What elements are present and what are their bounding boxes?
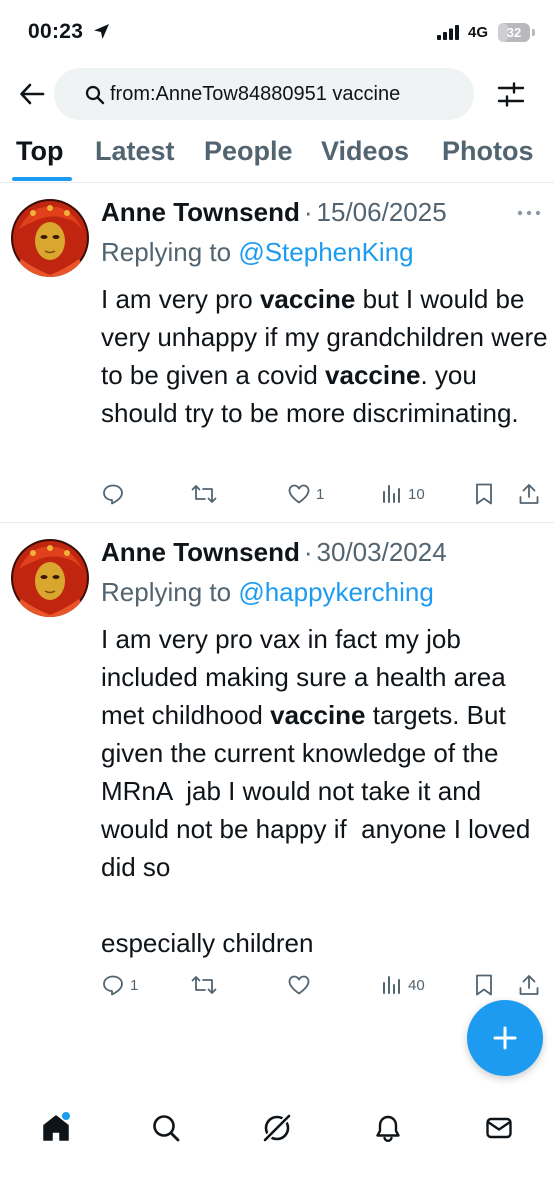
more-options-icon[interactable] xyxy=(516,208,542,218)
tweet-text-segment: I am very pro xyxy=(101,284,260,314)
explore-icon xyxy=(153,1115,180,1142)
retweet-icon xyxy=(191,485,217,503)
battery-icon: 32 xyxy=(498,23,530,42)
bottom-nav xyxy=(0,1088,554,1199)
retweet-icon xyxy=(191,976,217,994)
reply-count: 1 xyxy=(130,976,139,994)
tweet-date[interactable]: 30/03/2024 xyxy=(317,537,447,568)
tab-videos[interactable]: Videos xyxy=(321,136,409,167)
avatar[interactable] xyxy=(11,199,89,277)
retweet-button[interactable] xyxy=(190,970,223,1000)
reply-button[interactable]: 1 xyxy=(101,970,138,1000)
status-bar: 00:23 4G 32 xyxy=(0,0,554,64)
tweet-text-highlight: vaccine xyxy=(259,284,356,314)
grok-icon xyxy=(263,1114,291,1142)
nav-messages[interactable] xyxy=(475,1104,523,1152)
replying-to: Replying to @StephenKing xyxy=(101,237,414,268)
reply-button[interactable] xyxy=(101,479,130,509)
views-count: 40 xyxy=(408,976,425,994)
reply-handle[interactable]: @StephenKing xyxy=(238,237,413,267)
avatar[interactable] xyxy=(11,539,89,617)
replying-to: Replying to @happykerching xyxy=(101,577,434,608)
author-name[interactable]: Anne Townsend xyxy=(101,197,300,228)
share-button[interactable] xyxy=(518,479,540,509)
active-tab-indicator xyxy=(12,177,72,181)
back-arrow-icon xyxy=(20,83,45,105)
tweet-header: Anne Townsend · 30/03/2024 xyxy=(101,537,447,568)
tab-top[interactable]: Top xyxy=(16,136,63,167)
tab-people[interactable]: People xyxy=(204,136,293,167)
tweet-date[interactable]: 15/06/2025 xyxy=(317,197,447,228)
battery-level: 32 xyxy=(506,25,522,40)
tweet-text: I am very pro vax in fact my job include… xyxy=(101,620,549,962)
tweet[interactable]: Anne Townsend · 30/03/2024 Replying to @… xyxy=(0,523,554,1013)
tweet-header: Anne Townsend · 15/06/2025 xyxy=(101,197,447,228)
views-icon xyxy=(383,976,400,994)
bookmark-button[interactable] xyxy=(473,479,495,509)
bookmark-button[interactable] xyxy=(473,970,495,1000)
share-icon xyxy=(519,484,539,504)
reply-handle[interactable]: @happykerching xyxy=(238,577,434,607)
back-button[interactable] xyxy=(16,78,48,110)
bookmark-icon xyxy=(476,483,492,505)
tweet-text-segment: especially children xyxy=(101,928,314,958)
tab-latest[interactable]: Latest xyxy=(95,136,175,167)
views-count: 10 xyxy=(408,485,425,503)
network-label: 4G xyxy=(468,24,489,41)
replying-prefix: Replying to xyxy=(101,237,232,267)
share-icon xyxy=(519,975,539,995)
location-arrow-icon xyxy=(94,24,109,39)
nav-notifications[interactable] xyxy=(364,1104,412,1152)
search-query: from:AnneTow84880951 vaccine xyxy=(110,82,401,105)
tweet-text: I am very pro vaccine but I would be ver… xyxy=(101,280,549,432)
bookmark-icon xyxy=(476,974,492,996)
share-button[interactable] xyxy=(518,970,540,1000)
messages-icon xyxy=(486,1117,512,1139)
search-icon xyxy=(85,85,105,105)
reply-icon xyxy=(103,484,123,505)
views-icon xyxy=(383,485,400,503)
like-icon xyxy=(288,484,310,504)
compose-plus-icon xyxy=(493,1026,517,1050)
signal-icon xyxy=(437,25,459,40)
battery-cap xyxy=(532,29,535,36)
tweet-text-highlight: vaccine xyxy=(325,360,421,390)
nav-explore[interactable] xyxy=(142,1104,190,1152)
like-button[interactable]: 1 xyxy=(287,479,324,509)
tweet-text-highlight: vaccine xyxy=(270,700,366,730)
views-button[interactable]: 10 xyxy=(381,479,425,509)
filter-button[interactable] xyxy=(494,78,528,112)
reply-icon xyxy=(103,975,123,996)
status-time: 00:23 xyxy=(28,20,84,43)
nav-grok[interactable] xyxy=(253,1104,301,1152)
tweet-action-bar: 1 10 xyxy=(0,479,554,509)
search-input[interactable]: from:AnneTow84880951 vaccine xyxy=(54,68,474,120)
replying-prefix: Replying to xyxy=(101,577,232,607)
tweet[interactable]: Anne Townsend · 15/06/2025 Replying to @… xyxy=(0,183,554,523)
like-count: 1 xyxy=(316,485,325,503)
tweet-action-bar: 1 40 xyxy=(0,970,554,1000)
separator-dot: · xyxy=(303,197,313,227)
views-button[interactable]: 40 xyxy=(381,970,425,1000)
separator-dot: · xyxy=(303,537,313,567)
compose-button[interactable] xyxy=(467,1000,543,1076)
nav-home[interactable] xyxy=(32,1104,80,1152)
author-name[interactable]: Anne Townsend xyxy=(101,537,300,568)
search-tabs: Top Latest People Videos Photos xyxy=(0,130,554,183)
like-icon xyxy=(288,975,310,995)
home-notification-dot xyxy=(62,1112,70,1120)
filter-icon xyxy=(497,82,525,107)
retweet-button[interactable] xyxy=(190,479,223,509)
notifications-icon xyxy=(376,1115,400,1143)
tab-photos[interactable]: Photos xyxy=(442,136,534,167)
like-button[interactable] xyxy=(287,970,316,1000)
